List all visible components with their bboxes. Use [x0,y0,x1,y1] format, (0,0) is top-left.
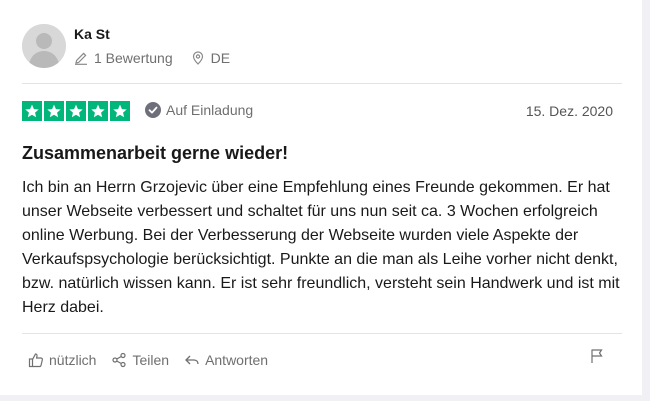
share-label: Teilen [132,352,170,368]
reviewer-name[interactable]: Ka St [74,26,110,42]
star-icon [110,101,130,121]
review-count: 1 Bewertung [94,50,173,66]
useful-label: nützlich [49,352,97,368]
reviewer-country: DE [210,50,231,66]
divider [22,83,622,84]
review-card: Ka St 1 Bewertung DE Auf Einladung 15. D… [0,0,642,395]
thumbs-up-icon [28,353,43,368]
reply-icon [185,355,199,365]
share-button[interactable]: Teilen [111,352,169,368]
star-icon [88,101,108,121]
review-text: Ich bin an Herrn Grzojevic über eine Emp… [22,179,620,316]
reply-label: Antworten [205,352,269,368]
invited-label: Auf Einladung [166,102,254,118]
divider [22,333,622,334]
reply-button[interactable]: Antworten [184,352,268,368]
avatar[interactable] [22,24,66,68]
flag-icon [591,349,603,363]
star-icon [66,101,86,121]
review-actions: nützlich Teilen Antworten [28,352,283,368]
invited-badge[interactable]: Auf Einladung [145,102,253,118]
review-title[interactable]: Zusammenarbeit gerne wieder! [22,143,288,164]
star-rating [22,101,132,121]
share-icon [112,352,127,368]
report-button[interactable] [590,348,604,369]
check-circle-icon [145,102,161,118]
star-icon [44,101,64,121]
star-icon [22,101,42,121]
pencil-icon [74,51,88,65]
useful-button[interactable]: nützlich [28,352,96,368]
review-date: 15. Dez. 2020 [525,103,613,119]
reviewer-meta: 1 Bewertung DE [74,50,230,66]
location-pin-icon [191,51,205,65]
